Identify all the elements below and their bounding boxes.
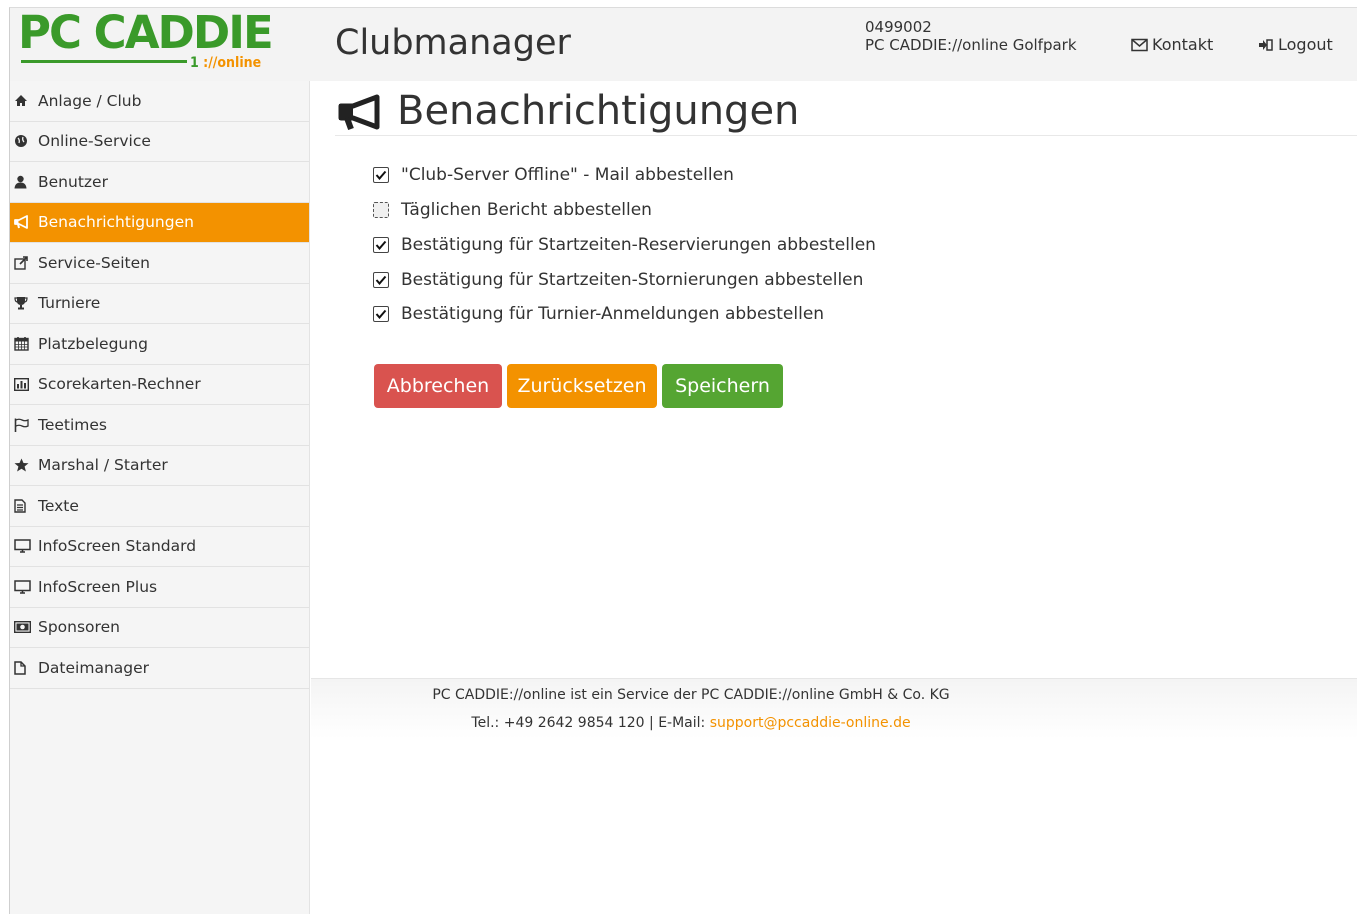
sign-out-icon [1259, 39, 1273, 51]
logout-link[interactable]: Logout [1258, 35, 1333, 55]
logo-wordmark: PC CADDIE [18, 7, 274, 59]
sidebar-item-label: Scorekarten-Rechner [38, 375, 201, 394]
checkbox-checked[interactable] [373, 272, 389, 288]
contact-label: Kontakt [1152, 35, 1214, 54]
footer-phone: Tel.: +49 2642 9854 120 | E-Mail: [471, 715, 710, 731]
check-icon [375, 309, 387, 319]
sidebar-item-label: Online-Service [38, 132, 151, 151]
sidebar-item-label: Teetimes [38, 415, 108, 434]
sidebar-item-label: Platzbelegung [38, 334, 148, 353]
monitor-icon [14, 579, 34, 595]
option-club-server-offline[interactable]: "Club-Server Offline" - Mail abbestellen [373, 163, 734, 187]
calendar-icon [14, 336, 34, 352]
sidebar-item-teetimes[interactable]: Teetimes [10, 405, 309, 446]
checkbox-unchecked[interactable] [373, 202, 389, 218]
file-icon [14, 660, 34, 676]
bar-chart-icon [14, 376, 34, 392]
globe-icon [14, 133, 34, 149]
sidebar-item-label: Benutzer [38, 172, 108, 191]
page-footer: PC CADDIE://online ist ein Service der P… [311, 678, 1357, 739]
contact-link[interactable]: Kontakt [1131, 35, 1213, 55]
option-label: Bestätigung für Turnier-Anmeldungen abbe… [401, 304, 825, 324]
option-daily-report[interactable]: Täglichen Bericht abbestellen [373, 198, 652, 222]
logo-underline [21, 60, 187, 63]
logo-online: ://online [203, 55, 262, 71]
club-id: 0499002 [865, 18, 932, 36]
sidebar-item-label: InfoScreen Standard [38, 537, 197, 556]
logo-subtitle: 1 ://online [190, 55, 261, 71]
sidebar-item-label: Texte [38, 496, 79, 515]
money-icon [14, 619, 34, 635]
support-email-link[interactable]: support@pccaddie-online.de [710, 715, 911, 731]
sidebar-item-infoscreen-standard[interactable]: InfoScreen Standard [10, 526, 309, 567]
page-heading: Benachrichtigungen [397, 87, 800, 134]
sidebar-item-label: Turniere [38, 294, 101, 313]
option-turnier-anmeldungen[interactable]: Bestätigung für Turnier-Anmeldungen abbe… [373, 302, 824, 326]
sidebar-item-label: Dateimanager [38, 658, 150, 677]
sidebar-item-anlage-club[interactable]: Anlage / Club [10, 81, 309, 122]
logo-one: 1 [190, 55, 199, 71]
footer-contact-line: Tel.: +49 2642 9854 120 | E-Mail: suppor… [311, 715, 1071, 731]
check-icon [375, 275, 387, 285]
sidebar-item-label: InfoScreen Plus [38, 577, 158, 596]
monitor-icon [14, 538, 34, 554]
star-icon [14, 457, 34, 473]
home-icon [14, 93, 34, 109]
flag-icon [14, 417, 34, 433]
checkbox-checked[interactable] [373, 237, 389, 253]
sidebar-item-label: Service-Seiten [38, 253, 150, 272]
sidebar-item-online-service[interactable]: Online-Service [10, 121, 309, 162]
cancel-button[interactable]: Abbrechen [374, 364, 502, 408]
pc-caddie-logo[interactable]: PC CADDIE 1 ://online [18, 8, 318, 81]
checkbox-checked[interactable] [373, 306, 389, 322]
external-link-icon [14, 255, 34, 271]
option-label: Bestätigung für Startzeiten-Stornierunge… [401, 270, 864, 290]
sidebar-item-marshal-starter[interactable]: Marshal / Starter [10, 445, 309, 486]
checkbox-checked[interactable] [373, 167, 389, 183]
app-title: Clubmanager [335, 23, 571, 63]
sidebar-item-scorekarten-rechner[interactable]: Scorekarten-Rechner [10, 364, 309, 405]
save-button[interactable]: Speichern [662, 364, 783, 408]
sidebar-item-texte[interactable]: Texte [10, 486, 309, 527]
bullhorn-icon [338, 94, 380, 130]
sidebar-item-platzbelegung[interactable]: Platzbelegung [10, 324, 309, 365]
sidebar-item-label: Marshal / Starter [38, 456, 168, 475]
sidebar-item-service-seiten[interactable]: Service-Seiten [10, 243, 309, 284]
bullhorn-icon [14, 214, 34, 230]
option-startzeiten-stornierungen[interactable]: Bestätigung für Startzeiten-Stornierunge… [373, 268, 863, 292]
sidebar-item-sponsoren[interactable]: Sponsoren [10, 607, 309, 648]
sidebar-nav: Anlage / Club Online-Service Benutzer Be… [10, 81, 310, 914]
option-label: "Club-Server Offline" - Mail abbestellen [401, 165, 734, 185]
check-icon [375, 240, 387, 250]
document-icon [14, 498, 34, 514]
top-header: PC CADDIE 1 ://online Clubmanager 049900… [10, 8, 1357, 81]
sidebar-item-dateimanager[interactable]: Dateimanager [10, 648, 309, 689]
sidebar-item-label: Benachrichtigungen [38, 213, 194, 232]
trophy-icon [14, 295, 34, 311]
option-startzeiten-reservierungen[interactable]: Bestätigung für Startzeiten-Reservierung… [373, 233, 876, 257]
option-label: Täglichen Bericht abbestellen [401, 200, 652, 220]
user-icon [14, 174, 34, 190]
check-icon [375, 170, 387, 180]
sidebar-item-benachrichtigungen[interactable]: Benachrichtigungen [10, 202, 309, 243]
sidebar-item-turniere[interactable]: Turniere [10, 283, 309, 324]
page-title: Benachrichtigungen [335, 86, 1357, 136]
club-name: PC CADDIE://online Golfpark [865, 36, 1077, 54]
sidebar-item-infoscreen-plus[interactable]: InfoScreen Plus [10, 567, 309, 608]
sidebar-item-label: Sponsoren [38, 618, 120, 637]
footer-company-line: PC CADDIE://online ist ein Service der P… [432, 687, 950, 703]
option-label: Bestätigung für Startzeiten-Reservierung… [401, 235, 876, 255]
envelope-icon [1131, 38, 1148, 52]
app-window: PC CADDIE 1 ://online Clubmanager 049900… [9, 7, 1357, 914]
sidebar-item-label: Anlage / Club [38, 91, 142, 110]
logout-label: Logout [1278, 35, 1333, 54]
sidebar-item-benutzer[interactable]: Benutzer [10, 162, 309, 203]
reset-button[interactable]: Zurücksetzen [507, 364, 657, 408]
